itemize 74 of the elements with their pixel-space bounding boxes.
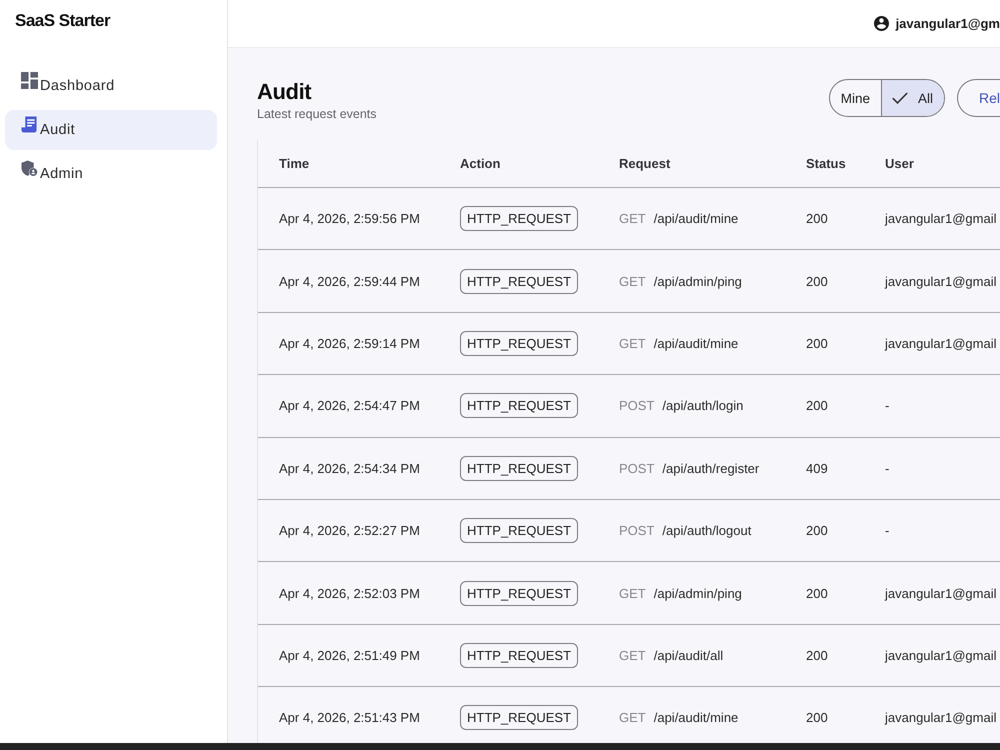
column-header: Status	[806, 156, 846, 171]
column-header: Time	[279, 156, 310, 171]
http-method: GET	[619, 648, 646, 663]
user-email: javangular1@gmail	[885, 710, 996, 726]
timestamp-text: Apr 4, 2026, 2:54:47 PM	[279, 398, 420, 414]
http-method: POST	[619, 460, 654, 476]
action-tag: HTTP_REQUEST	[460, 518, 578, 544]
request-path: /api/auth/login	[662, 398, 744, 414]
action-tag: HTTP_REQUEST	[460, 393, 578, 418]
page-title: Audit	[257, 79, 312, 105]
status-code: 409	[806, 460, 828, 476]
timestamp-text: Apr 4, 2026, 2:54:34 PM	[279, 460, 420, 476]
user-email: javangular1@gmail	[885, 586, 996, 601]
user-email: javangular1@gmail	[885, 211, 996, 226]
status-code: 200	[806, 648, 828, 663]
http-method: POST	[619, 398, 654, 414]
user-email: -	[885, 523, 890, 538]
action-tag: HTTP_REQUEST	[460, 580, 578, 606]
request-path: /api/auth/register	[662, 460, 760, 476]
user-email: javangular1@gmail	[885, 274, 996, 289]
action-tag: HTTP_REQUEST	[460, 268, 578, 294]
nav-item[interactable]: Audit	[5, 110, 217, 150]
user-icon	[874, 16, 889, 31]
timestamp-text: Apr 4, 2026, 2:59:56 PM	[279, 211, 420, 226]
column-header: Action	[460, 156, 500, 171]
request-path: /api/admin/ping	[654, 274, 742, 289]
timestamp-text: Apr 4, 2026, 2:59:44 PM	[279, 274, 420, 289]
action-tag: HTTP_REQUEST	[460, 206, 578, 232]
request-path: /api/audit/all	[654, 648, 724, 663]
action-tag: HTTP_REQUEST	[460, 330, 578, 356]
user-email: -	[885, 460, 890, 476]
action-tag: HTTP_REQUEST	[460, 642, 578, 668]
status-code: 200	[806, 523, 828, 538]
reload-button[interactable]: Rel	[956, 79, 1000, 117]
timestamp-text: Apr 4, 2026, 2:52:03 PM	[279, 586, 420, 601]
action-tag: HTTP_REQUEST	[460, 705, 578, 730]
page-subtitle: Latest request events	[257, 106, 377, 122]
http-method: GET	[619, 586, 646, 601]
user-email: javangular1@gm	[896, 16, 1000, 31]
document-icon	[21, 116, 38, 133]
filter-segment[interactable]: Mine	[830, 80, 881, 116]
nav-item[interactable]: Dashboard	[5, 66, 217, 106]
user-email: javangular1@gmail	[885, 336, 996, 351]
status-code: 200	[806, 211, 828, 226]
status-code: 200	[806, 336, 828, 351]
http-method: GET	[619, 274, 646, 289]
column-header: User	[885, 156, 914, 171]
http-method: GET	[619, 710, 646, 726]
shield-icon	[21, 160, 38, 177]
grid-icon	[21, 72, 38, 89]
status-code: 200	[806, 586, 828, 601]
http-method: POST	[619, 523, 654, 538]
timestamp-text: Apr 4, 2026, 2:51:49 PM	[279, 648, 420, 663]
http-method: GET	[619, 336, 646, 351]
request-path: /api/auth/logout	[662, 523, 752, 538]
user-email: -	[885, 398, 890, 414]
status-code: 200	[806, 398, 828, 414]
status-code: 200	[806, 274, 828, 289]
request-path: /api/audit/mine	[654, 336, 738, 351]
status-code: 200	[806, 710, 828, 726]
timestamp-text: Apr 4, 2026, 2:51:43 PM	[279, 710, 420, 726]
request-path: /api/admin/ping	[654, 586, 742, 601]
request-path: /api/audit/mine	[654, 211, 738, 226]
timestamp-text: Apr 4, 2026, 2:59:14 PM	[279, 336, 420, 351]
filter-segment[interactable]: All	[880, 80, 944, 116]
user-email: javangular1@gmail	[885, 648, 996, 663]
request-path: /api/audit/mine	[654, 710, 738, 726]
nav-item[interactable]: Admin	[5, 154, 217, 194]
app-title: SaaS Starter	[15, 11, 110, 31]
http-method: GET	[619, 211, 646, 226]
column-header: Request	[619, 156, 670, 171]
check-icon	[892, 92, 908, 104]
action-tag: HTTP_REQUEST	[460, 456, 578, 481]
timestamp-text: Apr 4, 2026, 2:52:27 PM	[279, 523, 420, 538]
